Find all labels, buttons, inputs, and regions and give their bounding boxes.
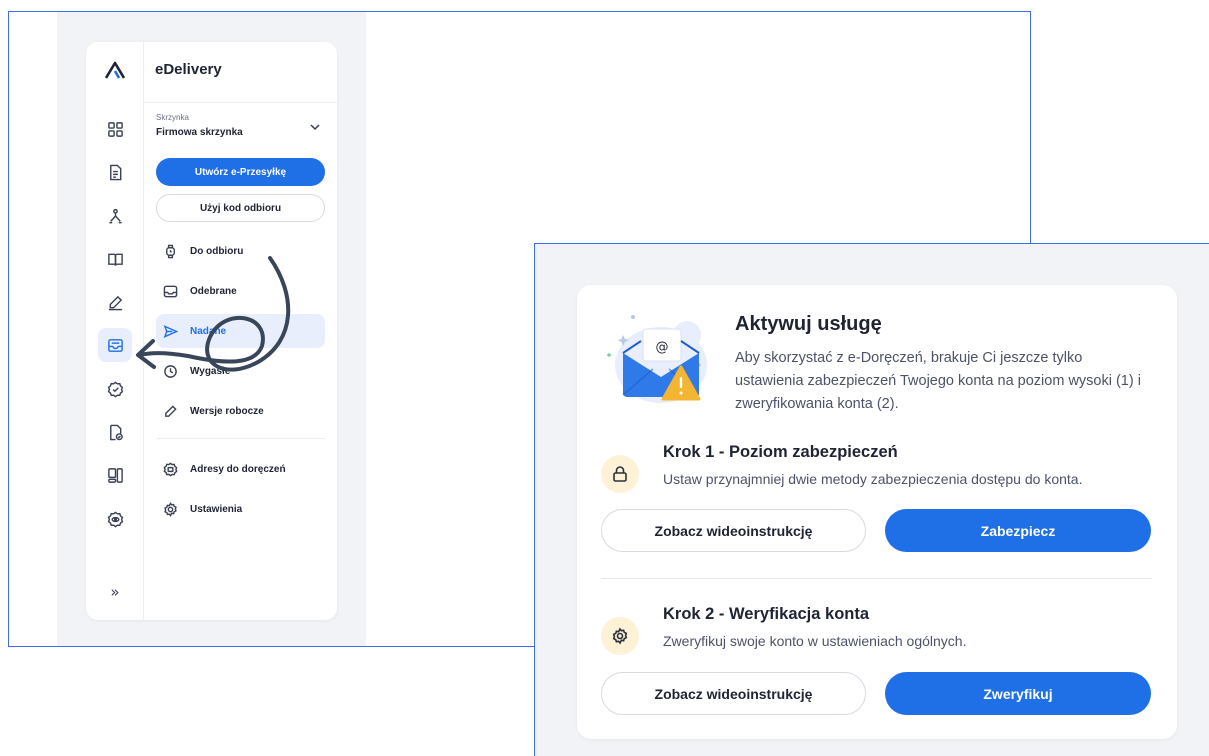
step-badge xyxy=(601,617,639,655)
step-description: Zweryfikuj swoje konto w ustawieniach og… xyxy=(663,633,967,649)
step-divider xyxy=(601,578,1152,579)
badge-icon[interactable] xyxy=(98,372,132,406)
menu-item-sent[interactable]: Nadane xyxy=(156,314,325,348)
video-instruction-button[interactable]: Zobacz wideoinstrukcję xyxy=(601,509,866,552)
pencil-icon xyxy=(165,404,177,417)
gear-icon xyxy=(612,627,628,645)
inbox-icon xyxy=(163,285,178,297)
gear-icon xyxy=(164,501,177,517)
menu-item-label: Wersje robocze xyxy=(190,405,264,417)
menu-item-label: Odebrane xyxy=(190,285,237,297)
activation-description: Aby skorzystać z e-Doręczeń, brakuje Ci … xyxy=(735,350,1141,412)
verify-button[interactable]: Zweryfikuj xyxy=(885,672,1151,715)
menu-panel: eDelivery Skrzynka Firmowa skrzynka Utwó… xyxy=(144,42,337,620)
pickup-code-button[interactable]: Użyj kod odbioru xyxy=(156,194,325,222)
eye-settings-icon[interactable] xyxy=(98,502,132,536)
expand-glyph: » xyxy=(110,583,120,601)
menu-item-settings[interactable]: Ustawienia xyxy=(156,492,325,526)
menu-item-label: Adresy do doręczeń xyxy=(190,463,286,475)
document-icon[interactable] xyxy=(98,155,132,189)
menu-divider xyxy=(156,438,325,439)
secure-button[interactable]: Zabezpiecz xyxy=(885,509,1151,552)
step-description: Ustaw przynajmniej dwie metody zabezpiec… xyxy=(663,471,1083,487)
menu-item-label: Nadane xyxy=(190,325,227,337)
envelope-warning-icon: @ xyxy=(607,315,707,403)
video-instruction-button[interactable]: Zobacz wideoinstrukcję xyxy=(601,672,866,715)
pen-icon[interactable] xyxy=(98,285,132,319)
clock-icon xyxy=(164,364,177,378)
mailbox-caption: Skrzynka xyxy=(156,113,189,122)
activation-title: Aktywuj usługę xyxy=(735,313,882,335)
step-title: Krok 1 - Poziom zabezpieczeń xyxy=(663,443,898,461)
logo-icon[interactable] xyxy=(105,61,125,79)
watch-icon xyxy=(166,244,175,258)
address-icon xyxy=(163,462,178,476)
routes-icon[interactable] xyxy=(98,199,132,233)
mailbox-icon[interactable] xyxy=(98,328,132,362)
menu-item-received[interactable]: Odebrane xyxy=(156,274,325,308)
menu-item-to-pickup[interactable]: Do odbioru xyxy=(156,234,325,268)
mailbox-selector[interactable]: Firmowa skrzynka xyxy=(156,127,243,138)
title-divider xyxy=(144,102,337,103)
app-title: eDelivery xyxy=(155,61,222,78)
chevron-down-icon[interactable] xyxy=(308,120,322,134)
menu-item-addresses[interactable]: Adresy do doręczeń xyxy=(156,452,325,486)
send-icon xyxy=(163,324,178,338)
book-icon[interactable] xyxy=(98,242,132,276)
dashboard-icon[interactable] xyxy=(98,112,132,146)
menu-item-label: Wygasłe xyxy=(190,365,231,377)
activation-screenshot-frame: @ Aktywuj usługę Aby skorzystać z e-Dorę… xyxy=(534,243,1209,756)
lock-icon xyxy=(613,466,627,482)
create-shipment-button[interactable]: Utwórz e-Przesyłkę xyxy=(156,158,325,186)
menu-item-label: Ustawienia xyxy=(190,503,243,515)
menu-item-label: Do odbioru xyxy=(190,245,244,257)
layout-icon[interactable] xyxy=(98,458,132,492)
file-check-icon[interactable] xyxy=(98,415,132,449)
activation-card: @ Aktywuj usługę Aby skorzystać z e-Dorę… xyxy=(577,285,1177,739)
expand-icon[interactable]: » xyxy=(98,575,132,609)
icon-rail: » xyxy=(86,42,144,620)
svg-text:@: @ xyxy=(656,340,669,355)
step-title: Krok 2 - Weryfikacja konta xyxy=(663,605,870,623)
menu-item-drafts[interactable]: Wersje robocze xyxy=(156,394,325,428)
app-sidebar: » eDelivery Skrzynka Firmowa skrzynka Ut… xyxy=(86,42,337,620)
menu-item-expired[interactable]: Wygasłe xyxy=(156,354,325,388)
step-badge xyxy=(601,455,639,493)
